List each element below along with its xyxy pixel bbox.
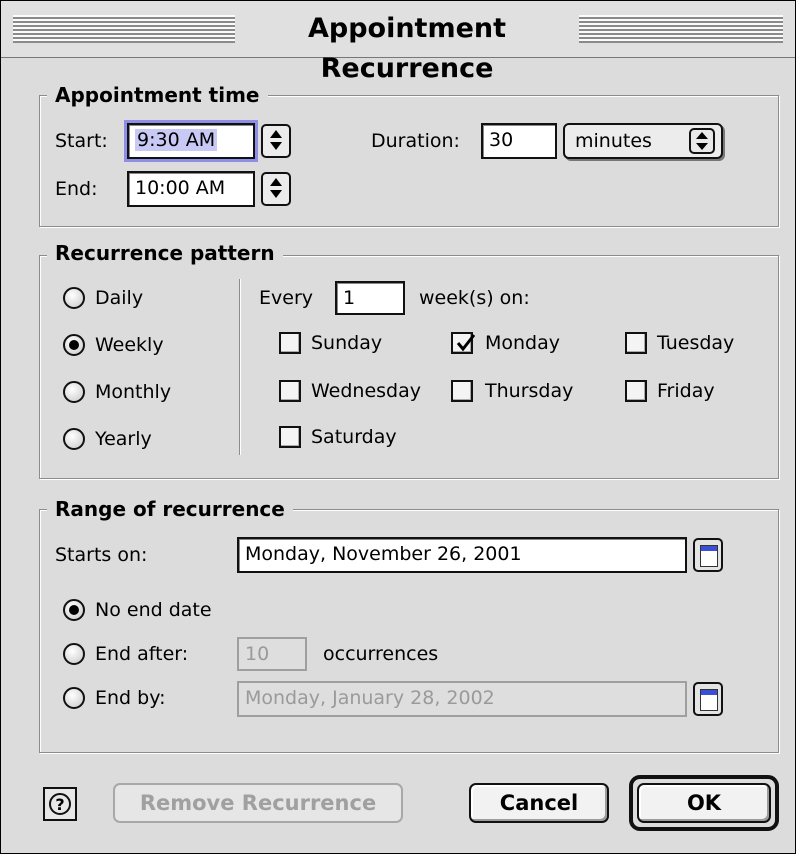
cancel-button[interactable]: Cancel — [469, 783, 609, 823]
starts-on-label: Starts on: — [55, 544, 148, 566]
end-by-calendar-icon[interactable] — [693, 682, 723, 716]
ok-button[interactable]: OK — [637, 783, 771, 823]
day-checkbox-thursday[interactable] — [451, 380, 473, 402]
no-end-date-label: No end date — [95, 599, 212, 621]
recurrence-pattern-heading: Recurrence pattern — [47, 239, 283, 267]
start-label: Start: — [55, 130, 108, 152]
frequency-radio-weekly[interactable] — [63, 334, 85, 356]
frequency-radio-monthly[interactable] — [63, 381, 85, 403]
start-time-value: 9:30 AM — [135, 129, 218, 151]
frequency-label-weekly: Weekly — [95, 334, 164, 356]
day-label-friday: Friday — [657, 380, 715, 402]
frequency-radio-daily[interactable] — [63, 287, 85, 309]
title-bar[interactable]: Appointment Recurrence — [1, 1, 795, 84]
duration-field[interactable]: 30 — [481, 123, 557, 159]
day-checkbox-monday[interactable] — [451, 332, 476, 354]
starts-on-date-field[interactable]: Monday, November 26, 2001 — [237, 537, 687, 573]
end-after-occurrences-field[interactable]: 10 — [237, 637, 307, 671]
start-time-field[interactable]: 9:30 AM — [124, 120, 258, 162]
day-label-saturday: Saturday — [311, 426, 397, 448]
end-by-label: End by: — [95, 687, 166, 709]
weeks-on-label: week(s) on: — [419, 287, 530, 309]
frequency-radio-yearly[interactable] — [63, 428, 85, 450]
end-time-stepper-icon[interactable] — [261, 172, 291, 206]
every-label: Every — [259, 287, 313, 309]
day-label-wednesday: Wednesday — [311, 380, 422, 402]
title-bar-stripes-right — [579, 15, 783, 43]
title-bar-stripes-left — [13, 15, 235, 43]
end-time-field[interactable]: 10:00 AM — [127, 171, 255, 207]
duration-unit-value: minutes — [575, 130, 652, 152]
no-end-date-radio[interactable] — [63, 599, 85, 621]
day-checkbox-wednesday[interactable] — [279, 380, 301, 402]
help-button[interactable]: ? — [43, 787, 77, 821]
frequency-label-yearly: Yearly — [95, 428, 152, 450]
frequency-label-daily: Daily — [95, 287, 144, 309]
occurrences-label: occurrences — [323, 643, 439, 665]
end-label: End: — [55, 178, 98, 200]
day-checkbox-sunday[interactable] — [279, 332, 301, 354]
day-checkbox-friday[interactable] — [625, 380, 647, 402]
day-label-monday: Monday — [485, 332, 561, 354]
day-label-sunday: Sunday — [311, 332, 383, 354]
day-label-tuesday: Tuesday — [657, 332, 735, 354]
pattern-divider — [239, 279, 240, 455]
end-by-date-field[interactable]: Monday, January 28, 2002 — [237, 681, 687, 717]
remove-recurrence-button[interactable]: Remove Recurrence — [113, 783, 403, 823]
day-checkbox-saturday[interactable] — [279, 426, 301, 448]
frequency-label-monthly: Monthly — [95, 381, 172, 403]
appointment-time-heading: Appointment time — [47, 81, 268, 109]
starts-on-calendar-icon[interactable] — [693, 538, 723, 572]
end-after-radio[interactable] — [63, 643, 85, 665]
day-label-thursday: Thursday — [485, 380, 574, 402]
end-by-radio[interactable] — [63, 687, 85, 709]
start-time-stepper-icon[interactable] — [261, 124, 291, 158]
help-icon: ? — [49, 793, 71, 815]
range-of-recurrence-heading: Range of recurrence — [47, 495, 293, 523]
appointment-time-group — [39, 95, 779, 227]
day-checkbox-tuesday[interactable] — [625, 332, 647, 354]
window-title: Appointment Recurrence — [235, 9, 579, 84]
end-after-label: End after: — [95, 643, 189, 665]
duration-label: Duration: — [371, 130, 460, 152]
popup-arrows-icon — [689, 128, 715, 154]
duration-unit-popup[interactable]: minutes — [563, 123, 723, 159]
appointment-recurrence-dialog: Appointment Recurrence Appointment time … — [0, 0, 796, 854]
checkmark-icon — [456, 334, 476, 352]
every-interval-field[interactable]: 1 — [335, 281, 405, 315]
